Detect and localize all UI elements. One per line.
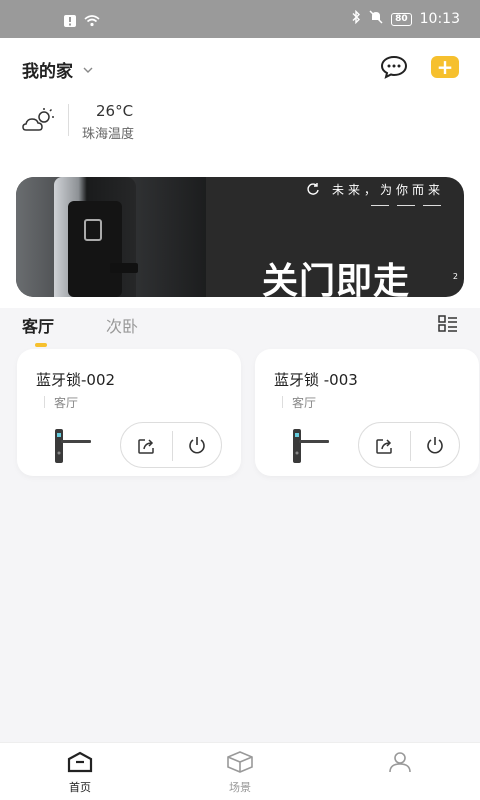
device-card[interactable]: 蓝牙锁-002 客厅 [17, 349, 241, 476]
nav-scene[interactable]: 场景 [210, 751, 270, 795]
mute-icon [369, 10, 383, 28]
partly-cloudy-icon [22, 108, 56, 134]
banner-headline: 关门即走 [262, 261, 411, 297]
door-lock-icon [55, 427, 91, 465]
scene-box-icon [227, 751, 253, 773]
device-room: 客厅 [292, 396, 317, 410]
tab-second-bedroom[interactable]: 次卧 [106, 313, 138, 337]
device-room: 客厅 [54, 396, 79, 410]
bluetooth-icon [351, 9, 361, 28]
actions-divider [410, 431, 411, 461]
nav-profile[interactable] [370, 751, 430, 773]
nav-home-label: 首页 [69, 781, 91, 794]
status-bar: 80 10:13 [0, 0, 480, 38]
home-icon [67, 751, 93, 773]
device-actions [120, 422, 222, 468]
profile-icon [389, 752, 411, 773]
device-card[interactable]: 蓝牙锁 -003 客厅 [255, 349, 479, 476]
bottom-nav: 首页 场景 [0, 742, 480, 800]
device-name: 蓝牙锁 -003 [274, 371, 358, 389]
share-icon[interactable] [137, 436, 157, 456]
room-tabs: 客厅 次卧 [22, 313, 458, 351]
smart-lock-image [54, 177, 138, 297]
refresh-icon [306, 181, 320, 195]
banner-dashes [371, 205, 441, 206]
weather-divider [68, 104, 69, 136]
device-name: 蓝牙锁-002 [36, 371, 116, 389]
power-icon[interactable] [187, 435, 207, 455]
message-icon[interactable] [380, 55, 408, 79]
battery-indicator: 80 [391, 12, 412, 26]
chevron-down-icon [83, 63, 93, 76]
banner-slogan: 未来，为你而来 [332, 183, 445, 197]
room-divider [44, 396, 45, 408]
nav-scene-label: 场景 [229, 781, 251, 794]
active-tab-indicator [35, 343, 47, 347]
nav-home[interactable]: 首页 [50, 751, 110, 795]
home-selector[interactable]: 我的家 [22, 57, 93, 82]
alert-icon [64, 12, 76, 31]
home-name: 我的家 [22, 62, 73, 82]
banner-page-indicator: 2 [452, 272, 458, 281]
promo-banner[interactable]: 未来，为你而来 关门即走 2 [16, 177, 464, 297]
actions-divider [172, 431, 173, 461]
tab-living-room[interactable]: 客厅 [22, 313, 54, 337]
device-actions [358, 422, 460, 468]
door-lock-icon [293, 427, 329, 465]
power-icon[interactable] [425, 435, 445, 455]
room-divider [282, 396, 283, 408]
share-icon[interactable] [375, 436, 395, 456]
grid-view-icon[interactable] [438, 315, 458, 333]
add-device-button[interactable]: + [431, 56, 459, 78]
wifi-icon [84, 12, 100, 31]
status-time: 10:13 [419, 11, 460, 27]
temperature-location: 珠海温度 [82, 127, 135, 142]
temperature: 26°C [96, 102, 134, 120]
